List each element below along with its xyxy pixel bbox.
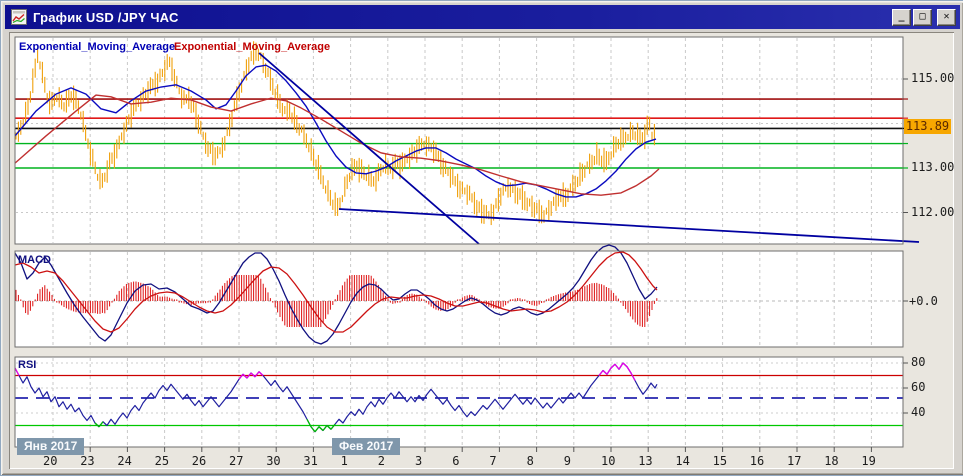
- date-axis-label: 24: [117, 454, 131, 468]
- date-axis-label: 23: [80, 454, 94, 468]
- date-axis-label: 16: [750, 454, 764, 468]
- date-axis-label: 25: [155, 454, 169, 468]
- ema-label-red: Exponential_Moving_Average: [174, 41, 330, 53]
- date-axis-label: 6: [452, 454, 459, 468]
- date-axis-label: 26: [192, 454, 206, 468]
- price-axis-label: 112.00: [911, 205, 954, 219]
- rsi-axis-label: 60: [911, 380, 925, 394]
- date-axis-label: 14: [675, 454, 689, 468]
- price-axis-label: 115.00: [911, 71, 954, 85]
- date-axis-label: 15: [713, 454, 727, 468]
- month-badge-feb: Фев 2017: [332, 438, 400, 455]
- date-axis-label: 17: [787, 454, 801, 468]
- splitter-main-macd[interactable]: [12, 245, 906, 251]
- chart-window: График USD /JPY ЧАС _ □ ✕ Exponential_Mo…: [0, 0, 963, 476]
- date-axis-label: 2: [378, 454, 385, 468]
- pane-background: [15, 357, 903, 447]
- date-axis-label: 10: [601, 454, 615, 468]
- current-price-badge: 113.89: [904, 119, 951, 134]
- date-axis-label: 19: [861, 454, 875, 468]
- date-axis-label: 7: [489, 454, 496, 468]
- date-axis-label: 8: [527, 454, 534, 468]
- macd-label: MACD: [18, 254, 51, 266]
- macd-zero-label: +0.0: [909, 294, 938, 308]
- date-axis-label: 3: [415, 454, 422, 468]
- date-axis-label: 1: [341, 454, 348, 468]
- splitter-macd-rsi[interactable]: [12, 348, 906, 354]
- date-axis-label: 30: [266, 454, 280, 468]
- rsi-label: RSI: [18, 359, 36, 371]
- pane-background: [15, 37, 903, 244]
- month-badge-jan: Янв 2017: [17, 438, 84, 455]
- date-axis-label: 18: [824, 454, 838, 468]
- date-axis-label: 27: [229, 454, 243, 468]
- chart-canvas[interactable]: [1, 1, 963, 475]
- date-axis-label: 31: [303, 454, 317, 468]
- date-axis-label: 9: [564, 454, 571, 468]
- ema-label-blue: Exponential_Moving_Average: [19, 41, 175, 53]
- rsi-axis-label: 80: [911, 355, 925, 369]
- date-axis-label: 20: [43, 454, 57, 468]
- rsi-axis-label: 40: [911, 405, 925, 419]
- date-axis-label: 13: [638, 454, 652, 468]
- price-axis-label: 113.00: [911, 160, 954, 174]
